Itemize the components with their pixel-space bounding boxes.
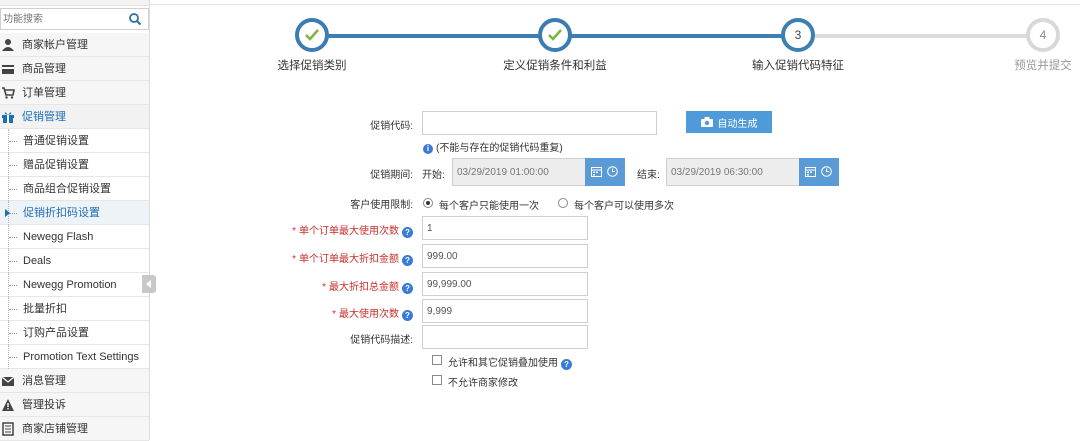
promo-code-label: 促销代码: (370, 121, 413, 132)
sidebar-item-label: 赠品促销设置 (23, 159, 89, 171)
camera-icon (700, 117, 713, 127)
disallow-edit-checkbox[interactable] (432, 375, 442, 385)
sidebar-subitem-deals[interactable]: Deals (0, 249, 149, 273)
sidebar-subitem-promotion-text[interactable]: Promotion Text Settings (0, 345, 149, 369)
start-datetime-input[interactable] (452, 158, 587, 186)
sidebar-subitem-bulk-discount[interactable]: 批量折扣 (0, 297, 149, 321)
max-discount-per-order-input[interactable] (422, 244, 588, 268)
sidebar-subitem-normal-promo[interactable]: 普通促销设置 (0, 129, 149, 153)
warning-icon (2, 399, 14, 411)
sidebar-item-complaint[interactable]: 管理投诉 (0, 393, 149, 417)
end-label: 结束: (637, 170, 660, 181)
description-input[interactable] (422, 325, 588, 349)
max-uses-label: * 最大使用次数? (332, 305, 413, 321)
gift-icon (2, 112, 14, 123)
envelope-icon (1, 376, 15, 386)
sidebar-item-label: Deals (23, 255, 52, 267)
disallow-edit-label: 不允许商家修改 (448, 378, 518, 389)
store-icon (2, 422, 14, 436)
sidebar-item-label: 促销管理 (22, 111, 66, 123)
sidebar-subitem-order-product[interactable]: 订购产品设置 (0, 321, 149, 345)
start-label: 开始: (422, 170, 445, 181)
sidebar-item-order[interactable]: 订单管理 (0, 81, 149, 105)
sidebar-item-label: 管理投诉 (22, 399, 66, 411)
promo-code-form: 促销代码: 自动生成 i(不能与存在的促销代码重复) 促销期间: 开始: 结束:… (150, 0, 1080, 440)
help-icon[interactable]: ? (402, 283, 413, 294)
sidebar-item-label: 商品管理 (22, 63, 66, 75)
sidebar-item-label: 普通促销设置 (23, 135, 89, 147)
sidebar-item-label: Newegg Promotion (23, 279, 117, 291)
max-discount-total-text: 最大折扣总金额 (329, 282, 399, 293)
sidebar-item-label: 订购产品设置 (23, 327, 89, 339)
info-icon: i (423, 144, 433, 154)
max-discount-total-input[interactable] (422, 272, 588, 296)
max-discount-per-order-text: 单个订单最大折扣金额 (299, 254, 399, 265)
auto-generate-button[interactable]: 自动生成 (686, 111, 772, 133)
sidebar-item-merchant-account[interactable]: 商家帐户管理 (0, 33, 149, 57)
sidebar-subitem-gift-promo[interactable]: 赠品促销设置 (0, 153, 149, 177)
help-icon[interactable]: ? (402, 227, 413, 238)
allow-stack-checkbox[interactable] (432, 355, 442, 365)
radio-multi-label: 每个客户可以使用多次 (574, 201, 674, 212)
help-icon[interactable]: ? (561, 359, 572, 370)
sidebar-item-label: Promotion Text Settings (23, 351, 139, 363)
sidebar: 商家帐户管理 商品管理 订单管理 促销管理 普通促销设置 赠品促销设置 商品组合… (0, 0, 150, 441)
allow-stack-text: 允许和其它促销叠加使用 (448, 358, 558, 369)
radio-multiple-per-customer[interactable] (558, 198, 568, 208)
auto-generate-label: 自动生成 (717, 118, 758, 130)
calendar-icon (805, 167, 816, 177)
start-datetime-picker-button[interactable] (585, 158, 625, 186)
sidebar-item-product[interactable]: 商品管理 (0, 57, 149, 81)
promo-code-hint: i (不能与存在的促销代码重复) (423, 139, 563, 154)
end-datetime-input[interactable] (666, 158, 801, 186)
help-icon[interactable]: ? (402, 310, 413, 321)
user-icon (2, 39, 14, 51)
current-item-arrow-icon (5, 209, 10, 217)
promo-code-hint-text: (不能与存在的促销代码重复) (436, 143, 563, 154)
search-icon[interactable] (128, 12, 142, 26)
sidebar-item-label: 促销折扣码设置 (23, 207, 100, 219)
sidebar-item-label: 消息管理 (22, 375, 66, 387)
cart-icon (2, 87, 15, 99)
sidebar-item-label: 商家店铺管理 (22, 423, 88, 435)
sidebar-item-promotion[interactable]: 促销管理 (0, 105, 149, 129)
sidebar-item-label: 订单管理 (22, 87, 66, 99)
sidebar-item-label: 商品组合促销设置 (23, 183, 111, 195)
max-discount-total-label: * 最大折扣总金额? (322, 278, 413, 294)
sidebar-item-message[interactable]: 消息管理 (0, 369, 149, 393)
customer-limit-label: 客户使用限制: (350, 200, 413, 211)
promo-code-input[interactable] (422, 111, 657, 135)
help-icon[interactable]: ? (402, 255, 413, 266)
period-label: 促销期间: (370, 170, 413, 181)
sidebar-subitem-promo-code[interactable]: 促销折扣码设置 (0, 201, 149, 225)
radio-once-label: 每个客户只能使用一次 (439, 201, 539, 212)
max-uses-per-order-input[interactable] (422, 216, 588, 240)
sidebar-subitem-newegg-promotion[interactable]: Newegg Promotion (0, 273, 149, 297)
sidebar-item-label: 商家帐户管理 (22, 39, 88, 51)
sidebar-item-label: 批量折扣 (23, 303, 67, 315)
calendar-icon (591, 167, 602, 177)
sidebar-subitem-bundle-promo[interactable]: 商品组合促销设置 (0, 177, 149, 201)
max-uses-per-order-text: 单个订单最大使用次数 (299, 226, 399, 237)
radio-once-per-customer[interactable] (423, 198, 433, 208)
function-search (0, 8, 149, 30)
allow-stack-label: 允许和其它促销叠加使用? (448, 354, 572, 370)
end-datetime-picker-button[interactable] (799, 158, 839, 186)
sidebar-menu: 商家帐户管理 商品管理 订单管理 促销管理 普通促销设置 赠品促销设置 商品组合… (0, 33, 149, 441)
max-uses-input[interactable] (422, 299, 588, 323)
clock-icon (607, 166, 618, 177)
sidebar-toolbar (0, 0, 149, 6)
max-uses-text: 最大使用次数 (339, 309, 399, 320)
max-uses-per-order-label: * 单个订单最大使用次数? (292, 222, 413, 238)
clock-icon (821, 166, 832, 177)
sidebar-item-label: Newegg Flash (23, 231, 94, 243)
max-discount-per-order-label: * 单个订单最大折扣金额? (292, 250, 413, 266)
card-icon (2, 65, 14, 74)
function-search-input[interactable] (1, 9, 121, 29)
sidebar-item-store[interactable]: 商家店铺管理 (0, 417, 149, 441)
description-label: 促销代码描述: (350, 335, 413, 346)
sidebar-subitem-newegg-flash[interactable]: Newegg Flash (0, 225, 149, 249)
